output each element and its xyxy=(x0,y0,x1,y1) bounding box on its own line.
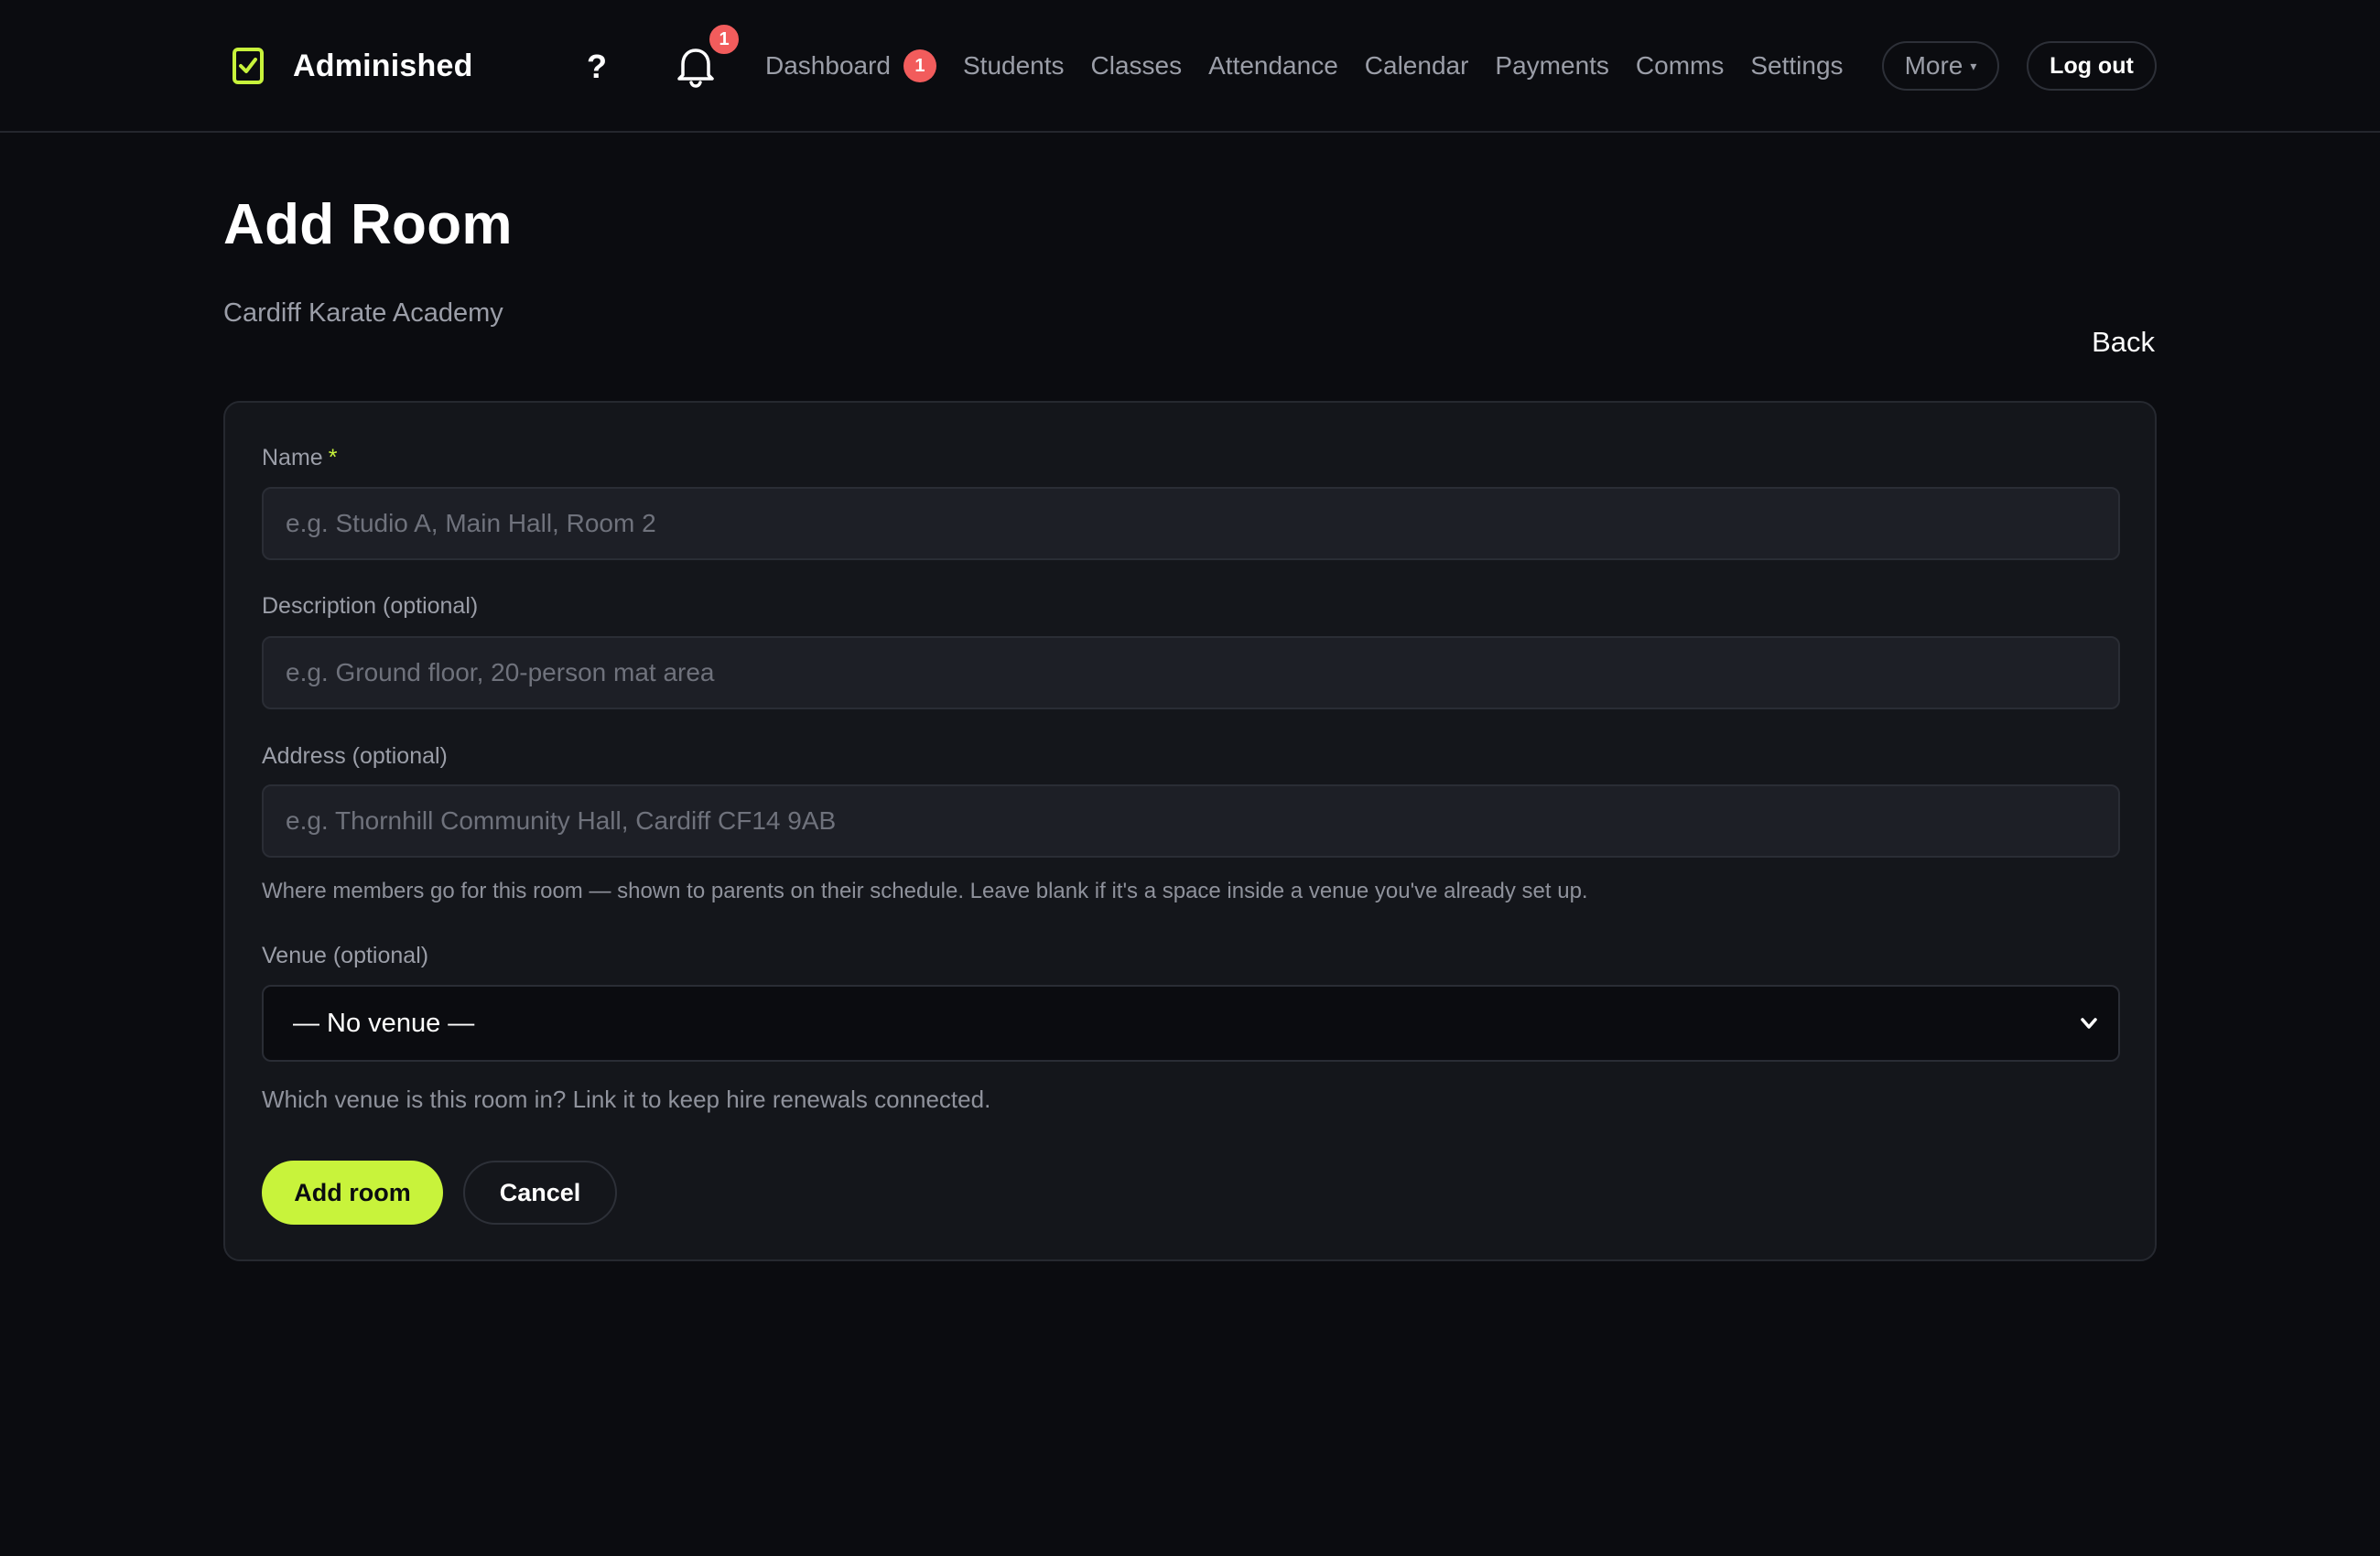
required-marker: * xyxy=(328,445,338,470)
nav-item-dashboard[interactable]: Dashboard 1 xyxy=(765,49,936,82)
name-label: Name * xyxy=(262,445,337,471)
logout-button[interactable]: Log out xyxy=(2027,41,2157,91)
nav-item-payments[interactable]: Payments xyxy=(1495,51,1609,81)
back-link[interactable]: Back xyxy=(2092,326,2155,359)
add-room-button[interactable]: Add room xyxy=(262,1161,443,1225)
main-nav: Dashboard 1 Students Classes Attendance … xyxy=(765,40,1870,92)
top-navigation-bar: Adminished ? 1 Dashboard 1 Students Clas… xyxy=(0,0,2380,133)
nav-item-classes[interactable]: Classes xyxy=(1091,51,1183,81)
brand[interactable]: Adminished xyxy=(231,46,473,86)
venue-selected-value: — No venue — xyxy=(293,1008,475,1038)
venue-hint: Which venue is this room in? Link it to … xyxy=(262,1086,991,1113)
nav-item-comms[interactable]: Comms xyxy=(1636,51,1724,81)
bell-icon xyxy=(677,49,714,88)
address-label: Address (optional) xyxy=(262,743,448,769)
nav-item-settings[interactable]: Settings xyxy=(1750,51,1843,81)
add-room-form: Name* Description (optional) Address (op… xyxy=(223,401,2157,1261)
nav-item-calendar[interactable]: Calendar xyxy=(1365,51,1469,81)
description-input[interactable] xyxy=(262,636,2120,709)
cancel-button[interactable]: Cancel xyxy=(463,1161,617,1225)
nav-item-students[interactable]: Students xyxy=(963,51,1065,81)
notifications-button[interactable]: 1 xyxy=(676,22,741,88)
venue-label: Venue (optional) xyxy=(262,943,429,968)
name-input[interactable] xyxy=(262,487,2120,560)
description-label: Description (optional) xyxy=(262,593,479,619)
notifications-count-badge: 1 xyxy=(707,22,741,57)
help-icon[interactable]: ? xyxy=(582,46,611,88)
address-input[interactable] xyxy=(262,784,2120,858)
chevron-down-icon xyxy=(2081,1018,2097,1029)
name-label-text: Name xyxy=(262,445,323,470)
brand-logo-icon xyxy=(233,48,264,84)
more-menu-button[interactable]: More ▾ xyxy=(1882,41,1999,91)
nav-item-attendance[interactable]: Attendance xyxy=(1208,51,1338,81)
page-subtitle: Cardiff Karate Academy xyxy=(223,298,503,328)
app-name: Adminished xyxy=(293,48,473,83)
nav-item-label: Dashboard xyxy=(765,51,891,80)
address-hint: Where members go for this room — shown t… xyxy=(262,879,1588,903)
page-title: Add Room xyxy=(223,193,513,256)
dashboard-badge: 1 xyxy=(903,49,936,82)
caret-down-icon: ▾ xyxy=(1970,58,1977,73)
venue-select[interactable]: — No venue — xyxy=(262,985,2120,1062)
more-label: More xyxy=(1904,51,1964,80)
